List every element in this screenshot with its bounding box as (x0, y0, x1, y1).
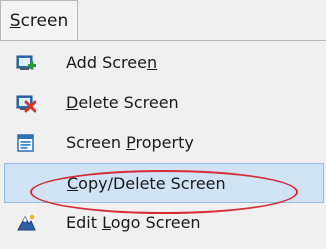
menu-bar: Screen (0, 0, 326, 40)
add-screen-icon (16, 55, 36, 70)
menu-item-screen-property[interactable]: Screen Property (4, 123, 324, 163)
menu-item-label: Delete Screen (66, 93, 179, 112)
delete-screen-icon (16, 95, 36, 113)
menu-item-label: Edit Logo Screen (66, 213, 201, 232)
menu-item-add-screen[interactable]: Add Screen (4, 43, 324, 83)
menu-screen-mnemonic: S (9, 11, 21, 31)
menu-screen[interactable]: Screen (0, 0, 78, 40)
screen-property-icon (17, 134, 34, 152)
menu-item-label: Copy/Delete Screen (67, 174, 226, 193)
screen-dropdown-menu: Add Screen Delete Screen Screen Property… (0, 40, 326, 249)
edit-logo-screen-icon (17, 214, 36, 231)
menu-item-label: Screen Property (66, 133, 194, 152)
menu-item-delete-screen[interactable]: Delete Screen (4, 83, 324, 123)
menu-item-edit-logo-screen[interactable]: Edit Logo Screen (4, 203, 324, 243)
menu-item-copy-delete-screen[interactable]: Copy/Delete Screen (4, 163, 324, 203)
menu-screen-label: creen (20, 11, 69, 31)
menu-item-label: Add Screen (66, 53, 158, 72)
